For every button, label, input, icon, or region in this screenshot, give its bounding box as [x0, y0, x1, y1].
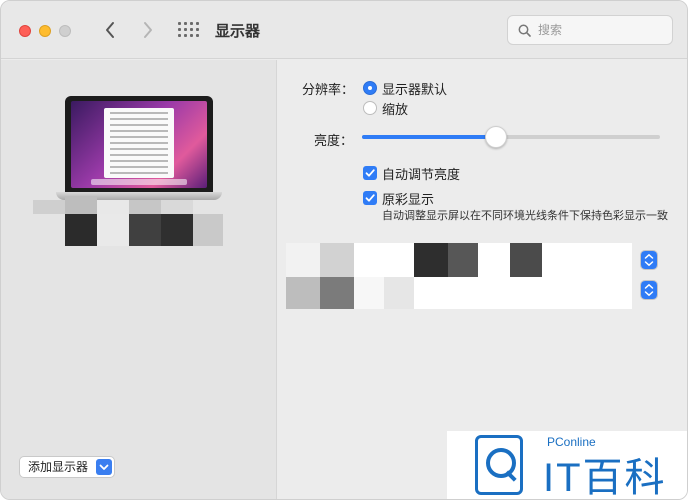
redaction-mosaic [97, 214, 129, 246]
select-stepper-2[interactable] [640, 280, 658, 300]
laptop-display-thumbnail[interactable] [56, 96, 222, 200]
window-title: 显示器 [215, 22, 261, 40]
redaction-mosaic [542, 243, 632, 277]
show-all-grid-icon[interactable] [178, 22, 199, 38]
redaction-mosaic [478, 243, 510, 277]
display-settings-window: 显示器 搜索 添加显示器 分辨率： 显示器默认 缩放 亮度： 自动调节亮度 原彩… [0, 0, 688, 500]
redaction-mosaic [129, 200, 161, 214]
back-button[interactable] [98, 17, 122, 43]
checkmark-icon [365, 194, 375, 202]
dock-preview [91, 179, 187, 185]
forward-button[interactable] [136, 17, 160, 43]
redaction-mosaic [414, 243, 448, 277]
select-stepper-1[interactable] [640, 250, 658, 270]
redaction-mosaic [161, 214, 193, 246]
checkmark-icon [365, 169, 375, 177]
redaction-mosaic [286, 277, 320, 309]
redaction-mosaic [97, 200, 129, 214]
redaction-mosaic [414, 277, 632, 309]
resolution-scaled-radio[interactable] [363, 101, 377, 115]
chevron-down-icon [99, 464, 109, 470]
add-display-label: 添加显示器 [28, 460, 89, 474]
auto-brightness-label: 自动调节亮度 [382, 168, 461, 183]
pconline-watermark: PConline IT百科 [447, 431, 687, 500]
brightness-slider[interactable] [362, 126, 660, 148]
redaction-mosaic [65, 196, 97, 214]
document-preview [104, 108, 174, 178]
display-arrangement-panel: 添加显示器 [1, 60, 277, 499]
redaction-mosaic [33, 200, 65, 214]
search-box[interactable] [507, 15, 673, 45]
chevron-left-icon [106, 22, 114, 38]
redaction-mosaic [320, 243, 354, 277]
magnifier-logo-icon [475, 435, 523, 495]
chevron-right-icon [144, 22, 152, 38]
redaction-mosaic [129, 214, 161, 246]
brightness-slider-knob[interactable] [485, 126, 507, 148]
resolution-scaled-label: 缩放 [382, 103, 409, 118]
resolution-default-radio[interactable] [363, 81, 377, 95]
brightness-slider-fill [362, 135, 496, 139]
true-tone-description: 自动调整显示屏以在不同环境光线条件下保持色彩显示一致 [382, 209, 668, 222]
add-display-dropdown[interactable] [96, 459, 113, 475]
close-window-button[interactable] [19, 25, 31, 37]
minimize-window-button[interactable] [39, 25, 51, 37]
redaction-mosaic [193, 214, 223, 246]
redaction-mosaic [65, 214, 97, 246]
true-tone-checkbox[interactable] [363, 191, 377, 205]
up-down-chevron-icon [641, 251, 657, 269]
redaction-mosaic [510, 243, 542, 277]
auto-brightness-checkbox[interactable] [363, 166, 377, 180]
zoom-window-button[interactable] [59, 25, 71, 37]
search-icon [518, 24, 531, 37]
redaction-mosaic [384, 277, 414, 309]
title-bar: 显示器 [1, 1, 687, 59]
redaction-mosaic [448, 243, 478, 277]
redaction-mosaic [286, 243, 320, 277]
redaction-mosaic [320, 277, 354, 309]
resolution-default-label: 显示器默认 [382, 83, 448, 98]
brightness-label: 亮度： [314, 134, 354, 149]
search-input[interactable] [538, 21, 666, 39]
laptop-screen-frame [65, 96, 213, 192]
up-down-chevron-icon [641, 281, 657, 299]
watermark-brand-big: IT百科 [543, 456, 667, 500]
redaction-mosaic [161, 200, 193, 214]
add-display-button[interactable]: 添加显示器 [19, 456, 116, 478]
redaction-mosaic [354, 243, 414, 277]
true-tone-label: 原彩显示 [382, 193, 435, 208]
laptop-screen [71, 101, 207, 188]
redaction-mosaic [354, 277, 384, 309]
resolution-label: 分辨率： [302, 83, 355, 98]
